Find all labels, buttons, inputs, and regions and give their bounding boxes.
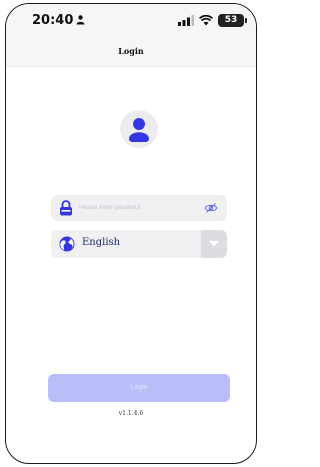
- chevron-down-icon: [209, 241, 219, 247]
- language-value: English: [82, 237, 121, 248]
- nav-bar: Login: [6, 36, 256, 67]
- user-avatar-icon: [120, 110, 158, 148]
- language-select[interactable]: English: [51, 230, 227, 258]
- page-title: Login: [118, 46, 144, 56]
- status-bar: 20:40 53: [6, 4, 256, 36]
- status-icons: 53: [178, 13, 247, 27]
- globe-icon: [59, 236, 75, 252]
- phone-frame: 20:40 53 Login English Login v1.1.4.6: [5, 3, 257, 464]
- battery-icon: 53: [218, 13, 247, 27]
- login-button[interactable]: Login: [48, 374, 230, 402]
- lock-icon: [60, 200, 72, 216]
- version-label: v1.1.4.6: [118, 410, 144, 417]
- wifi-icon: [199, 14, 213, 25]
- eye-off-icon[interactable]: [204, 202, 218, 214]
- status-time: 20:40: [32, 13, 74, 28]
- password-field: [51, 195, 227, 221]
- person-icon: [76, 15, 85, 25]
- password-input[interactable]: [79, 199, 199, 217]
- signal-icon: [178, 14, 194, 26]
- language-dropdown-button[interactable]: [201, 230, 227, 258]
- user-avatar-glyph: [129, 118, 149, 142]
